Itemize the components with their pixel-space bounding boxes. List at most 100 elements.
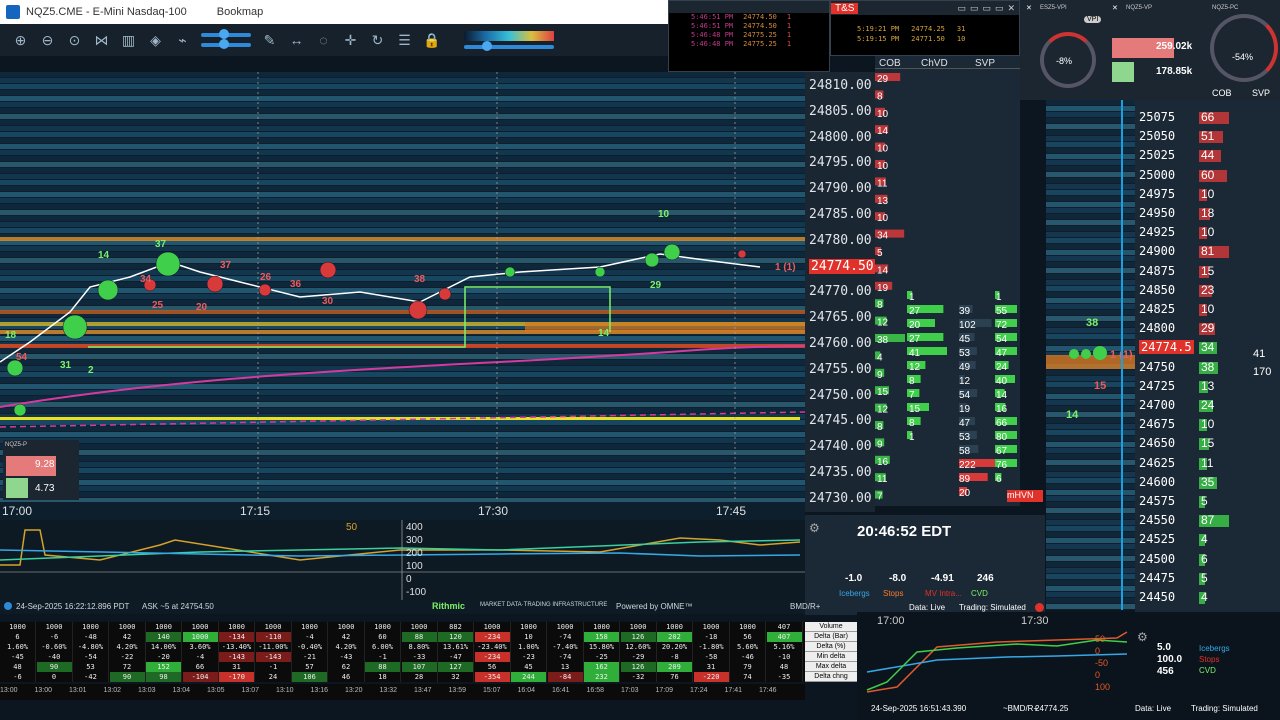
data-status: Data: Live xyxy=(909,603,946,612)
zoom-out-icon[interactable]: ⊖ xyxy=(39,32,56,49)
liquidity-band xyxy=(0,310,805,314)
ladder2-price: 25025 xyxy=(1139,148,1176,163)
indicators-icon[interactable]: ▥ xyxy=(120,32,137,49)
tas-mini-row: 5:46:48 PM 24775.25 1 xyxy=(691,40,829,49)
bid-vol: 259.02k xyxy=(1156,41,1193,52)
svp-a-value: 12 xyxy=(959,376,971,387)
timeline-label: 17:24 xyxy=(690,687,708,694)
grid-cell: 244 xyxy=(511,672,547,682)
grid-cell: 5.60% xyxy=(730,642,766,652)
heatmap-chart[interactable]: 14 37 34 37 25 10 14 18 54 31 2 29 38 20 26 30 36 1 (1) xyxy=(0,72,805,502)
bubble-label: 20 xyxy=(196,302,208,313)
heat-band xyxy=(0,192,805,197)
svp-a-value: 102 xyxy=(959,320,976,331)
heat-band xyxy=(0,204,805,209)
measure-icon[interactable]: ↔ xyxy=(288,32,305,49)
chvd-value: 41 xyxy=(909,348,921,359)
ladder2-count: 10 xyxy=(1201,186,1215,201)
time-label: 17:30 xyxy=(478,504,509,518)
heat-band xyxy=(0,474,805,479)
col-header-svp-2[interactable]: SVP xyxy=(1252,88,1270,98)
buy-bubble xyxy=(62,314,88,340)
grid-cell: 76 xyxy=(657,672,693,682)
grid-cell: 24 xyxy=(255,672,292,682)
cvd-subchart: 17:00 17:30 50 0 -50 0 100 ⚙ 5.0 100.0 456 Iceber… xyxy=(857,612,1280,720)
settings-gear-icon-2[interactable]: ⚙ xyxy=(1137,630,1148,644)
ladder2-price: 24700 xyxy=(1139,398,1176,412)
zoom-fit-icon[interactable]: ⊙ xyxy=(66,32,83,49)
heat-band xyxy=(0,288,805,293)
rb-value: 456 xyxy=(1157,666,1174,677)
replay-icon[interactable]: ↻ xyxy=(369,32,386,49)
col-header-cob-2[interactable]: COB xyxy=(1212,88,1232,98)
chvd-value: 15 xyxy=(909,404,921,415)
grid-cell: 162 xyxy=(584,662,620,672)
vpi-widget-panel: ✕ ESZ5-VPI VPI -8% ✕ NQZ5-VP 259.02k 178… xyxy=(1020,0,1280,100)
heat-band xyxy=(0,84,805,89)
close-icon-2[interactable]: ✕ xyxy=(1112,4,1118,12)
ladder2-price: 25050 xyxy=(1139,129,1176,144)
chat-icon[interactable]: ◌ xyxy=(315,32,332,49)
link-icon[interactable]: ⌁ xyxy=(174,32,191,49)
ladder2-price: 24950 xyxy=(1139,206,1176,220)
rb-time-label: 17:30 xyxy=(1021,615,1049,627)
slider-a[interactable] xyxy=(201,29,251,39)
grid-cell: 4.20% xyxy=(328,642,365,652)
grid-row: 1000 1000 1000 1000 1000 1000 1000 1000 1000 1000… xyxy=(0,622,805,632)
grid-cell: 48 xyxy=(766,662,803,672)
info-icon[interactable] xyxy=(4,602,12,610)
settings-gear-icon[interactable]: ⚙ xyxy=(809,521,820,535)
status-dot xyxy=(1035,603,1044,612)
pencil-icon[interactable]: ✎ xyxy=(261,32,278,49)
rb-time-label: 17:00 xyxy=(877,615,905,627)
sell-bubble xyxy=(408,300,428,320)
grid-cell: 15.80% xyxy=(584,642,620,652)
mini-bid-ask-widget: NQZ5-P 9.28 4.73 xyxy=(3,440,79,500)
svp-b-value: 1 xyxy=(996,292,1002,303)
clock-panel: ⚙ 20:46:52 EDT -1.0 Icebergs -8.0 Stops -4.9… xyxy=(805,515,1045,615)
heat-band xyxy=(0,396,805,401)
grid-row-label: Volume xyxy=(805,622,857,632)
grid-cell: 48 xyxy=(0,662,36,672)
zoom-sliders[interactable] xyxy=(201,29,251,49)
lock-icon[interactable]: 🔒 xyxy=(423,32,440,49)
mid-label: 38 xyxy=(1086,317,1098,329)
settings-sliders-icon[interactable]: ☰ xyxy=(396,32,413,49)
mid-label: 15 xyxy=(1094,380,1106,392)
buy-bubble xyxy=(644,252,660,268)
grid-cell: 127 xyxy=(438,662,474,672)
ladder2-count: 5 xyxy=(1201,494,1208,508)
ladder2-count: 4 xyxy=(1201,590,1208,604)
ask-liquidity-block xyxy=(525,322,805,332)
ladder2-current-price: 24774.5 xyxy=(1139,340,1194,355)
secondary-heatmap[interactable]: 38 1 (1) 15 14 xyxy=(1046,100,1135,610)
grid-cell: 126 xyxy=(620,632,657,642)
slider-b[interactable] xyxy=(201,39,251,49)
cob-value: 11 xyxy=(877,178,888,189)
share-icon[interactable]: ⋈ xyxy=(93,32,110,49)
window-controls-icon[interactable]: ▭▭▭▭✕ xyxy=(957,3,1019,14)
close-icon[interactable]: ✕ xyxy=(1026,4,1032,12)
contrast-slider[interactable] xyxy=(464,41,554,51)
grid-cell: -10 xyxy=(766,652,803,662)
rb-scale-label: 100 xyxy=(1095,682,1110,692)
zoom-in-icon[interactable]: ⊕ xyxy=(12,32,29,49)
price-ladder[interactable]: 24810.00 24805.00 24800.00 24795.00 24790.00… xyxy=(805,72,876,512)
ladder2-side-b: 170 xyxy=(1253,366,1272,378)
rb-price: 24774.25 xyxy=(1035,704,1069,713)
grid-cell: 32 xyxy=(438,672,474,682)
crosshair-icon[interactable]: ✛ xyxy=(342,32,359,49)
svp-b-value: 55 xyxy=(996,306,1008,317)
heatmap-contrast[interactable] xyxy=(464,31,554,51)
chvd-value: 8 xyxy=(909,418,915,429)
grid-cell: -48 xyxy=(73,632,109,642)
grid-cell: 1000 xyxy=(182,622,219,632)
grid-cell: -47 xyxy=(438,652,474,662)
cob-value: 13 xyxy=(877,196,889,207)
ladder2-price: 24975 xyxy=(1139,186,1176,201)
rb-scale-label: -50 xyxy=(1095,658,1108,668)
grid-cell: -43 xyxy=(328,652,365,662)
layers-icon[interactable]: ◈ xyxy=(147,32,164,49)
price-ladder-2[interactable]: 25075 66 25050 51 25025 44 25000 60 24975 10 24950… xyxy=(1135,100,1280,612)
grid-cell: -7.40% xyxy=(547,642,584,652)
